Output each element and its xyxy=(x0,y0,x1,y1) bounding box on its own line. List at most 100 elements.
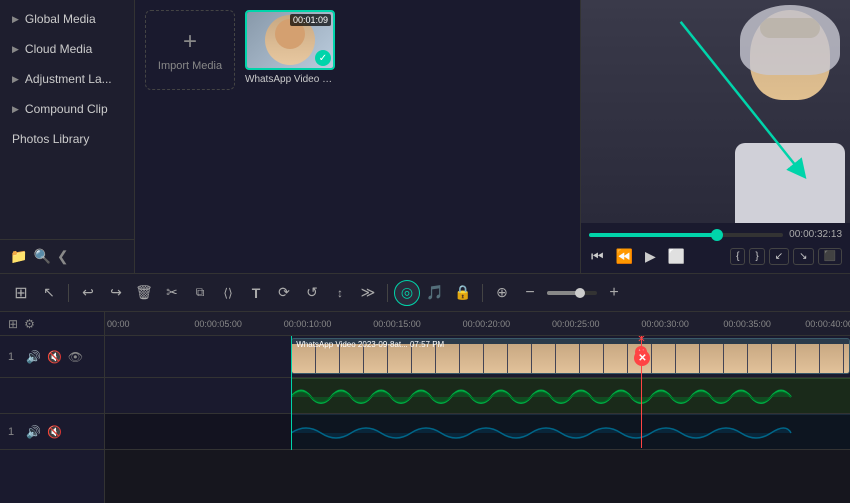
track-visibility-icon[interactable]: 👁 xyxy=(68,350,83,364)
snap-line xyxy=(291,336,292,450)
plus-icon: + xyxy=(183,28,197,56)
toolbar-divider-2 xyxy=(387,284,388,302)
sidebar-item-compound-clip[interactable]: ▶ Compound Clip xyxy=(0,94,134,124)
out-point-button[interactable]: } xyxy=(749,248,764,265)
music-mute-icon[interactable]: 🔇 xyxy=(47,425,62,439)
speed-button[interactable]: ↺ xyxy=(299,280,325,306)
monitor-button[interactable]: ⬛ xyxy=(818,248,842,265)
track-audio-icon[interactable]: 🔊 xyxy=(26,350,41,364)
video-clip[interactable]: WhatsApp Video 2023-09-8at... 07:57 PM xyxy=(291,338,850,374)
append-button[interactable]: ↘ xyxy=(793,248,813,265)
audio-track-label xyxy=(0,378,104,414)
video-track[interactable]: WhatsApp Video 2023-09-8at... 07:57 PM xyxy=(105,336,850,378)
preview-progress-slider[interactable] xyxy=(589,233,783,237)
track-mute-icon[interactable]: 🔇 xyxy=(47,350,62,364)
zoom-in-button[interactable]: + xyxy=(601,280,627,306)
sidebar-search-icon[interactable]: 🔍 xyxy=(33,248,50,265)
music-track-label: 1 🔊 🔇 xyxy=(0,414,104,450)
add-track-button[interactable]: ⊕ xyxy=(489,280,515,306)
insert-button[interactable]: ↙ xyxy=(769,248,789,265)
text-tool-button[interactable]: T xyxy=(243,280,269,306)
sidebar-item-cloud-media[interactable]: ▶ Cloud Media xyxy=(0,34,134,64)
blade-tool-button[interactable]: ↖ xyxy=(36,280,62,306)
sidebar-item-label: Adjustment La... xyxy=(25,72,112,86)
expand-arrow-icon: ▶ xyxy=(12,104,19,115)
undo-button[interactable]: ↩ xyxy=(75,280,101,306)
preview-video xyxy=(581,0,850,223)
sidebar-collapse-icon[interactable]: ❮ xyxy=(57,248,69,265)
frame-thumb xyxy=(796,344,820,374)
timeline-left-panel: ⊞ ⚙ 1 🔊 🔇 👁 1 🔊 🔇 xyxy=(0,312,105,503)
music-track[interactable] xyxy=(105,414,850,450)
step-back-button[interactable]: ⏪ xyxy=(614,246,635,267)
copy-button[interactable]: ⧉ xyxy=(187,280,213,306)
delete-button[interactable]: 🗑 xyxy=(131,280,157,306)
audio-track[interactable] xyxy=(105,378,850,414)
rotate-button[interactable]: ⟳ xyxy=(271,280,297,306)
toolbar-divider-3 xyxy=(482,284,483,302)
clip-label: WhatsApp Video 2023-09-8at... 07:57 PM xyxy=(296,340,444,349)
import-media-button[interactable]: + Import Media xyxy=(145,10,235,90)
music-audio-icon[interactable]: 🔊 xyxy=(26,425,41,439)
music-track-number: 1 xyxy=(8,426,20,438)
sidebar: ▶ Global Media ▶ Cloud Media ▶ Adjustmen… xyxy=(0,0,135,273)
frame-thumb xyxy=(580,344,604,374)
sidebar-item-label: Global Media xyxy=(25,12,96,26)
sidebar-folder-icon[interactable]: 📁 xyxy=(10,248,27,265)
settings-icon[interactable]: ⚙ xyxy=(24,317,35,331)
sidebar-item-adjustment[interactable]: ▶ Adjustment La... xyxy=(0,64,134,94)
split-button[interactable]: ⟨⟩ xyxy=(215,280,241,306)
collapse-all-icon[interactable]: ⊞ xyxy=(8,317,18,331)
audio-waveform xyxy=(291,379,850,413)
active-tool-button[interactable]: ◎ xyxy=(394,280,420,306)
frame-thumb xyxy=(700,344,724,374)
in-point-button[interactable]: { xyxy=(730,248,745,265)
ruler-spacer: ⊞ ⚙ xyxy=(0,312,104,336)
frame-thumb xyxy=(748,344,772,374)
timeline-area: ⊞ ↖ ↩ ↪ 🗑 ✂ ⧉ ⟨⟩ T ⟳ ↺ ↕ ≫ ◎ 🎵 🔒 ⊕ − + ⊞… xyxy=(0,273,850,503)
audio-button[interactable]: 🎵 xyxy=(422,280,448,306)
check-badge: ✓ xyxy=(315,50,331,66)
frame-thumb xyxy=(772,344,796,374)
transform-button[interactable]: ↕ xyxy=(327,280,353,306)
sidebar-item-photos-library[interactable]: Photos Library xyxy=(0,124,134,154)
media-panel: + Import Media 00:01:09 ✓ WhatsApp Video… xyxy=(135,0,580,273)
redo-button[interactable]: ↪ xyxy=(103,280,129,306)
thumbnail-image: 00:01:09 ✓ xyxy=(245,10,335,70)
cut-button[interactable]: ✂ xyxy=(159,280,185,306)
thumbnail-label: WhatsApp Video 202... xyxy=(245,74,335,85)
select-tool-button[interactable]: ⊞ xyxy=(8,280,34,306)
toolbar-divider xyxy=(68,284,69,302)
preview-extra-buttons: { } ↙ ↘ ⬛ xyxy=(730,248,842,265)
preview-controls: 00:00:32:13 ⏮ ⏪ ▶ ⬜ { } ↙ ↘ ⬛ xyxy=(581,223,850,273)
timeline-toolbar: ⊞ ↖ ↩ ↪ 🗑 ✂ ⧉ ⟨⟩ T ⟳ ↺ ↕ ≫ ◎ 🎵 🔒 ⊕ − + xyxy=(0,274,850,312)
more-button[interactable]: ≫ xyxy=(355,280,381,306)
expand-arrow-icon: ▶ xyxy=(12,74,19,85)
frame-thumb xyxy=(556,344,580,374)
play-button[interactable]: ▶ xyxy=(643,246,658,267)
frame-thumb xyxy=(676,344,700,374)
zoom-out-button[interactable]: − xyxy=(517,280,543,306)
frame-thumb xyxy=(604,344,628,374)
expand-arrow-icon: ▶ xyxy=(12,44,19,55)
slider-thumb xyxy=(711,229,723,241)
sidebar-item-global-media[interactable]: ▶ Global Media xyxy=(0,4,134,34)
music-waveform xyxy=(291,415,850,449)
rewind-button[interactable]: ⏮ xyxy=(589,246,606,267)
track-number: 1 xyxy=(8,351,20,363)
frame-thumb xyxy=(460,344,484,374)
lock-button[interactable]: 🔒 xyxy=(450,280,476,306)
timeline-content: ⊞ ⚙ 1 🔊 🔇 👁 1 🔊 🔇 xyxy=(0,312,850,503)
media-thumbnail[interactable]: 00:01:09 ✓ WhatsApp Video 202... xyxy=(245,10,335,90)
media-content: + Import Media 00:01:09 ✓ WhatsApp Video… xyxy=(135,0,580,273)
frame-thumb xyxy=(652,344,676,374)
frame-thumb xyxy=(820,344,844,374)
expand-arrow-icon: ▶ xyxy=(12,14,19,25)
preview-buttons: ⏮ ⏪ ▶ ⬜ { } ↙ ↘ ⬛ xyxy=(589,246,842,267)
timeline-ruler[interactable]: 00:00 00:00:05:00 00:00:10:00 00:00:15:0… xyxy=(105,312,850,336)
frame-thumb xyxy=(724,344,748,374)
fullscreen-button[interactable]: ⬜ xyxy=(666,246,687,267)
preview-slider-row: 00:00:32:13 xyxy=(589,229,842,240)
sidebar-item-label: Photos Library xyxy=(12,132,89,146)
video-track-label: 1 🔊 🔇 👁 xyxy=(0,336,104,378)
